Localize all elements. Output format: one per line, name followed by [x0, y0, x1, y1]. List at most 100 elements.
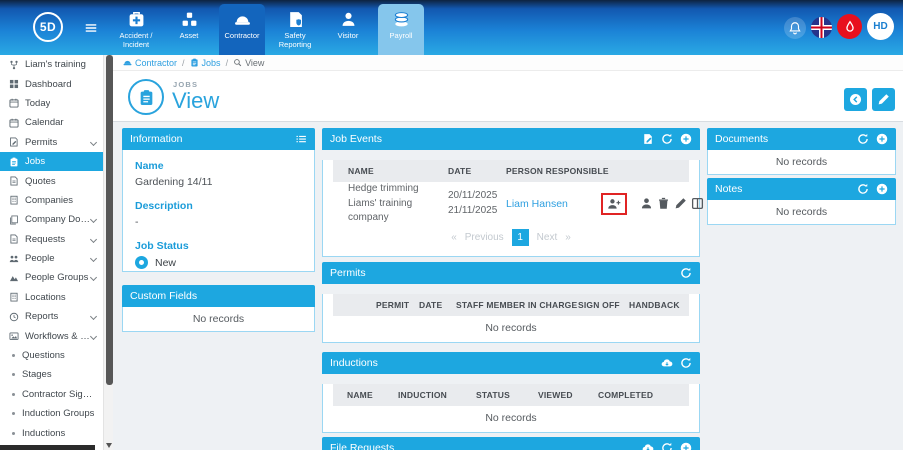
sidebar-item-company-documents[interactable]: Company Documents [0, 210, 103, 229]
cloud-download-icon[interactable] [642, 442, 654, 450]
scrollbar-down-arrow-icon[interactable] [106, 443, 112, 448]
sidebar-item-jobs[interactable]: Jobs [0, 152, 103, 171]
sidebar-item-requests[interactable]: Requests [0, 230, 103, 249]
sidebar-item-site[interactable]: Liam's training [0, 55, 103, 74]
hard-hat-icon [123, 58, 132, 67]
bullet-icon [12, 373, 15, 376]
main-content: Contractor / Jobs / View JOBS View [113, 55, 903, 450]
jobs-clipboard-icon [9, 157, 25, 167]
chevron-down-icon [90, 255, 97, 262]
sidebar-item-today[interactable]: Today [0, 94, 103, 113]
add-plus-circle-icon[interactable] [876, 183, 888, 195]
sidebar-subitem-inductions[interactable]: Inductions [0, 423, 103, 442]
sidebar-item-people[interactable]: People [0, 249, 103, 268]
column-header: NAME [347, 390, 398, 400]
sidebar-subitem-questions[interactable]: Questions [0, 346, 103, 365]
add-plus-circle-icon[interactable] [680, 133, 692, 145]
refresh-icon[interactable] [680, 357, 692, 369]
sidebar-scrollbar[interactable] [103, 55, 113, 450]
permits-panel: Permits PERMIT DATE STAFF MEMBER IN CHAR… [322, 262, 700, 343]
refresh-icon[interactable] [857, 183, 869, 195]
scrollbar-thumb[interactable] [106, 55, 113, 385]
page-title: View [172, 88, 219, 114]
status-value: New [155, 257, 176, 269]
sidebar-item-permits[interactable]: Permits [0, 133, 103, 152]
tab-asset[interactable]: Asset [166, 4, 212, 55]
column-header: COMPLETED [598, 390, 689, 400]
add-plus-circle-icon[interactable] [876, 133, 888, 145]
workflows-icon [9, 331, 25, 341]
sidebar-subitem-stages[interactable]: Stages [0, 365, 103, 384]
trash-icon[interactable] [657, 197, 670, 210]
people-icon [9, 254, 25, 264]
hamburger-menu-icon[interactable] [84, 21, 98, 33]
app-window: 5D Accident / Incident Asset Contractor … [0, 0, 903, 450]
add-person-icon[interactable] [607, 197, 621, 211]
pagination-first[interactable]: « [451, 232, 457, 243]
columns-icon[interactable] [691, 197, 704, 210]
document-edit-icon[interactable] [642, 133, 654, 145]
hard-hat-icon [234, 11, 251, 31]
field-label: Name [135, 160, 302, 172]
sidebar-subitem-contractor-sign-in[interactable]: Contractor Sign In [0, 385, 103, 404]
location-building-icon [9, 292, 25, 302]
building-icon [9, 195, 25, 205]
refresh-icon[interactable] [661, 442, 673, 450]
notifications-bell-icon[interactable] [784, 17, 806, 39]
panel-title: Notes [715, 183, 742, 195]
add-plus-circle-icon[interactable] [680, 442, 692, 450]
breadcrumb-contractor[interactable]: Contractor [123, 58, 177, 68]
job-events-table-header: NAME DATE PERSON RESPONSIBLE [333, 160, 689, 182]
pagination-page-1[interactable]: 1 [512, 229, 529, 246]
breadcrumb-separator: / [182, 58, 185, 68]
edit-button[interactable] [872, 88, 895, 111]
breadcrumb-jobs[interactable]: Jobs [190, 58, 221, 68]
avatar[interactable]: HD [867, 13, 894, 40]
information-panel: Information Name Gardening 14/11 Descrip… [122, 128, 315, 272]
dashboard-icon [9, 79, 25, 89]
person-responsible-link[interactable]: Liam Hansen [506, 198, 601, 210]
sidebar-item-locations[interactable]: Locations [0, 288, 103, 307]
sidebar-item-quotes[interactable]: Quotes [0, 171, 103, 190]
pagination-last[interactable]: » [565, 232, 571, 243]
tab-visitor[interactable]: Visitor [325, 4, 371, 55]
person-icon[interactable] [640, 197, 653, 210]
sidebar-item-calendar[interactable]: Calendar [0, 113, 103, 132]
column-header: STATUS [476, 390, 538, 400]
sidebar-item-people-groups[interactable]: People Groups [0, 268, 103, 287]
sidebar-item-dashboard[interactable]: Dashboard [0, 74, 103, 93]
event-company: Liams' training company [348, 197, 448, 226]
tab-payroll[interactable]: Payroll [378, 4, 424, 55]
empty-state: No records [708, 200, 895, 224]
jobs-clipboard-icon [190, 58, 199, 67]
sidebar-item-workflows-inductions[interactable]: Workflows & Inductions [0, 326, 103, 345]
navbar-right-controls: HD [784, 13, 894, 40]
language-flag-icon[interactable] [811, 17, 832, 38]
empty-state: No records [323, 316, 699, 340]
column-header: PERMIT [376, 300, 419, 310]
quotes-document-icon [9, 176, 25, 186]
tab-safety-reporting[interactable]: Safety Reporting [272, 4, 318, 55]
refresh-icon[interactable] [661, 133, 673, 145]
sidebar-item-companies[interactable]: Companies [0, 191, 103, 210]
bullet-icon [12, 354, 15, 357]
list-icon[interactable] [295, 133, 307, 145]
page-header: JOBS View [113, 71, 903, 122]
event-end-date: 21/11/2025 [448, 204, 506, 219]
sidebar-subitem-induction-groups[interactable]: Induction Groups [0, 404, 103, 423]
pagination-next[interactable]: Next [537, 232, 558, 243]
tab-contractor[interactable]: Contractor [219, 4, 265, 55]
cloud-download-icon[interactable] [661, 357, 673, 369]
column-header: STAFF MEMBER IN CHARGE [456, 300, 578, 310]
pencil-icon[interactable] [674, 197, 687, 210]
empty-state: No records [323, 406, 699, 430]
sidebar-item-reports[interactable]: Reports [0, 307, 103, 326]
documents-stack-icon [9, 215, 25, 225]
tab-accident-incident[interactable]: Accident / Incident [113, 4, 159, 55]
pagination-previous[interactable]: Previous [465, 232, 504, 243]
panel-title: Documents [715, 133, 768, 145]
fire-alert-icon[interactable] [837, 14, 862, 39]
refresh-icon[interactable] [857, 133, 869, 145]
back-button[interactable] [844, 88, 867, 111]
refresh-icon[interactable] [680, 267, 692, 279]
